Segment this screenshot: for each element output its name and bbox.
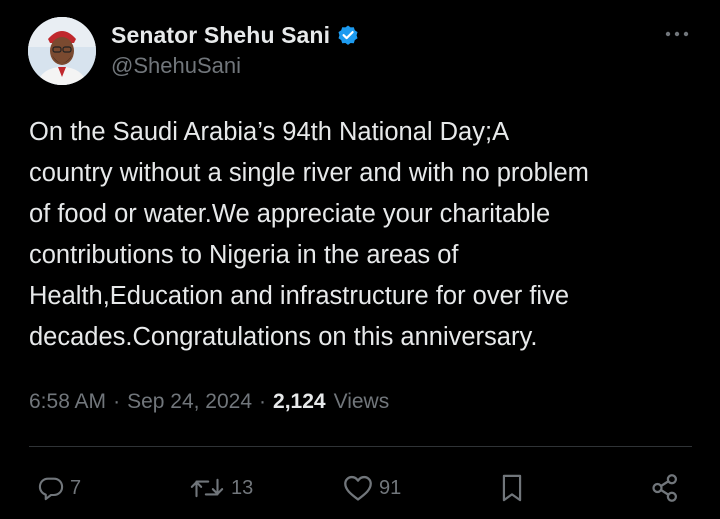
- avatar[interactable]: [28, 17, 96, 85]
- author-info: Senator Shehu Sani @ShehuSani: [111, 20, 360, 79]
- views-count[interactable]: 2,124: [273, 390, 326, 414]
- tweet-card: Senator Shehu Sani @ShehuSani On the Sau…: [0, 0, 720, 519]
- retweet-count: 13: [231, 476, 254, 499]
- bookmark-button[interactable]: [498, 466, 526, 510]
- avatar-image: [28, 17, 96, 85]
- verified-badge-icon: [336, 23, 360, 47]
- tweet-meta: 6:58 AM · Sep 24, 2024 · 2,124 Views: [29, 386, 389, 418]
- more-options-icon[interactable]: [664, 24, 690, 44]
- share-icon: [652, 474, 678, 502]
- reply-count: 7: [70, 476, 82, 499]
- reply-icon: [38, 477, 64, 501]
- tweet-text: On the Saudi Arabia’s 94th National Day;…: [29, 118, 589, 351]
- share-button[interactable]: [649, 466, 681, 510]
- tweet-time[interactable]: 6:58 AM: [29, 390, 106, 414]
- author-display-name[interactable]: Senator Shehu Sani: [111, 22, 330, 49]
- author-handle[interactable]: @ShehuSani: [111, 53, 360, 79]
- action-bar: 7 13 91: [0, 466, 720, 510]
- retweet-button[interactable]: 13: [188, 466, 253, 510]
- tweet-date[interactable]: Sep 24, 2024: [127, 390, 252, 414]
- views-label: Views: [333, 390, 390, 413]
- retweet-icon: [190, 478, 224, 498]
- bookmark-icon: [502, 474, 522, 502]
- like-button[interactable]: 91: [342, 466, 401, 510]
- like-count: 91: [379, 476, 402, 499]
- reply-button[interactable]: 7: [37, 466, 81, 510]
- meta-separator-2: ·: [259, 390, 267, 413]
- meta-separator: ·: [113, 390, 121, 413]
- heart-icon: [344, 475, 372, 501]
- divider: [29, 446, 692, 447]
- author-name-row: Senator Shehu Sani: [111, 20, 360, 50]
